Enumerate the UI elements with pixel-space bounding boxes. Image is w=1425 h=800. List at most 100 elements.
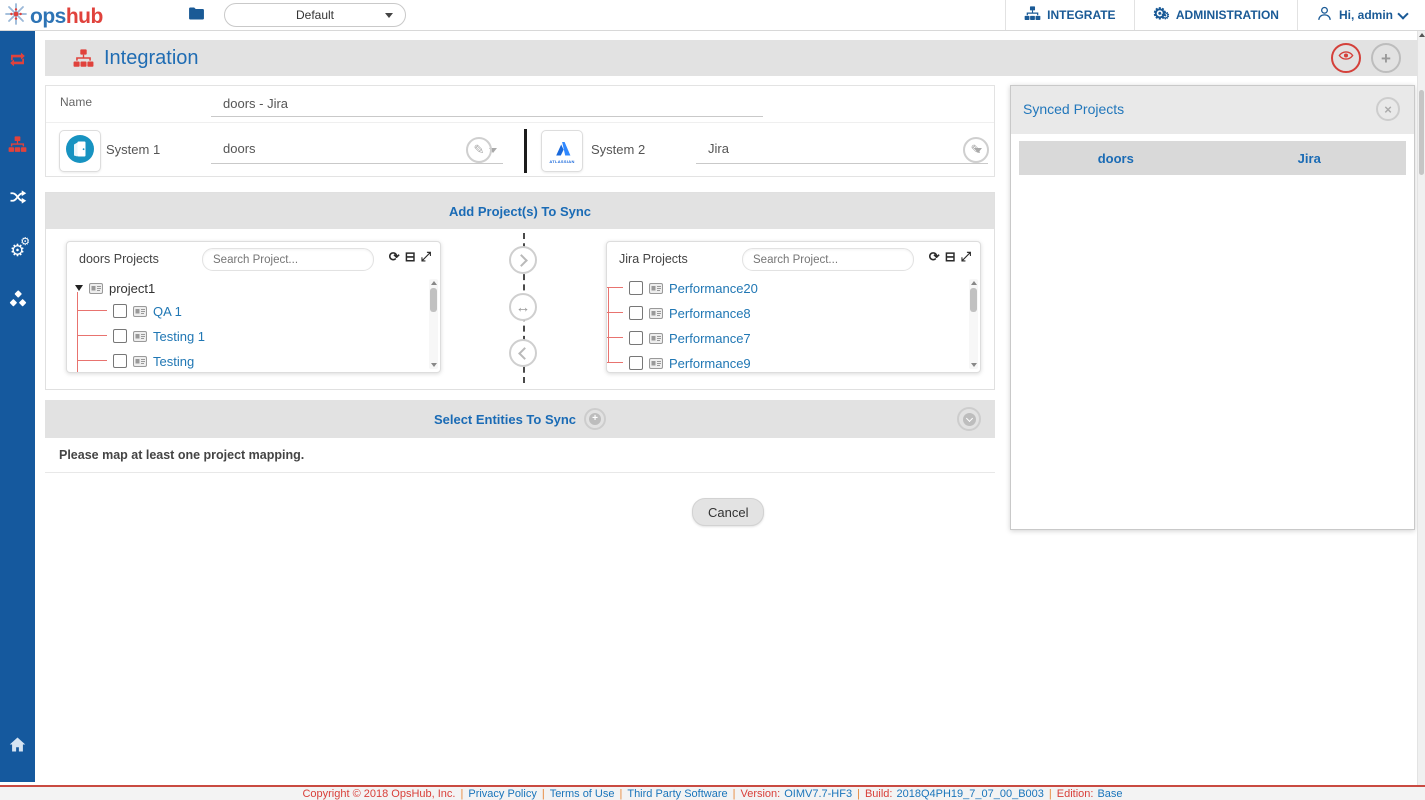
refresh-icon[interactable]: ⟳ <box>389 250 400 263</box>
synced-projects-panel: Synced Projects × doors Jira <box>1010 85 1415 530</box>
workspace-caret-icon <box>385 13 393 18</box>
third-party-software-link[interactable]: Third Party Software <box>627 788 727 800</box>
jira-panel-header: Jira Projects ⟳ ⊟ ⤢ <box>607 242 980 276</box>
project-checkbox[interactable] <box>113 329 127 343</box>
tree-row: QA 1 <box>67 299 430 323</box>
system1-select[interactable]: doors <box>211 137 503 164</box>
tree-item-label[interactable]: Testing <box>153 354 194 369</box>
double-arrow-icon: ↔ <box>516 300 531 315</box>
top-navigation: INTEGRATE ⚙⚙ ADMINISTRATION Hi, admin <box>1005 0 1425 30</box>
system2-selected-value: Jira <box>708 141 729 156</box>
nav-user-menu[interactable]: Hi, admin <box>1297 0 1425 30</box>
user-menu-chevron-icon <box>1397 8 1408 19</box>
system2-edit-button[interactable]: ✎ <box>963 137 989 163</box>
tree-item-label[interactable]: Performance7 <box>669 331 751 346</box>
add-integration-button[interactable]: + <box>1371 43 1401 73</box>
scroll-down-icon[interactable] <box>431 363 437 367</box>
add-projects-section: Add Project(s) To Sync doors Projects ⟳ … <box>45 192 995 390</box>
home-icon <box>8 736 27 758</box>
move-right-button[interactable] <box>509 246 537 274</box>
refresh-icon[interactable]: ⟳ <box>929 250 940 263</box>
view-synced-projects-button[interactable] <box>1331 43 1361 73</box>
tree-item-label[interactable]: Performance8 <box>669 306 751 321</box>
scrollbar-thumb[interactable] <box>1419 90 1424 175</box>
tree-item-label[interactable]: project1 <box>109 281 155 296</box>
add-projects-header: Add Project(s) To Sync <box>46 193 994 229</box>
left-sidebar: ⚙⚙ <box>0 30 35 782</box>
synced-projects-title: Synced Projects <box>1023 101 1124 117</box>
sidebar-item-home[interactable] <box>0 733 35 761</box>
nav-administration[interactable]: ⚙⚙ ADMINISTRATION <box>1134 0 1297 30</box>
jira-panel-title: Jira Projects <box>619 252 688 266</box>
project-checkbox[interactable] <box>113 354 127 368</box>
compress-icon[interactable]: ⤢ <box>421 250 431 263</box>
collapse-section-button[interactable] <box>957 407 981 431</box>
sidebar-item-mappings[interactable] <box>0 185 35 213</box>
doors-tree-scrollbar[interactable] <box>429 279 438 369</box>
scroll-up-icon[interactable] <box>971 281 977 285</box>
project-checkbox[interactable] <box>629 356 643 370</box>
collapse-all-icon[interactable]: ⊟ <box>945 250 956 263</box>
doors-project-search-input[interactable] <box>202 248 374 271</box>
integrate-sitemap-icon <box>1024 6 1041 24</box>
nav-integrate[interactable]: INTEGRATE <box>1005 0 1133 30</box>
scroll-down-icon[interactable] <box>971 363 977 367</box>
workspace-selector[interactable]: Default <box>224 3 406 27</box>
workspace-folder-icon[interactable] <box>188 6 205 26</box>
scroll-up-icon[interactable] <box>1419 33 1425 37</box>
page-title-bar: Integration + <box>45 40 1417 76</box>
project-checkbox[interactable] <box>629 306 643 320</box>
add-entity-mapping-button[interactable]: + <box>584 408 606 430</box>
opshub-logo-icon <box>4 2 28 31</box>
jira-project-tree: Performance20 Performance8 Performance7 <box>607 276 980 372</box>
scrollbar-thumb[interactable] <box>970 288 977 312</box>
nav-administration-label: ADMINISTRATION <box>1176 8 1279 22</box>
system1-label: System 1 <box>106 142 160 157</box>
tree-item-label[interactable]: Performance9 <box>669 356 751 371</box>
project-card-icon <box>133 306 147 317</box>
synced-column-jira: Jira <box>1213 141 1407 175</box>
privacy-policy-link[interactable]: Privacy Policy <box>468 788 536 800</box>
system1-icon-box <box>59 130 101 172</box>
move-left-button[interactable] <box>509 339 537 367</box>
jira-tree-scrollbar[interactable] <box>969 279 978 369</box>
tree-item-label[interactable]: QA 1 <box>153 304 182 319</box>
system2-select[interactable]: Jira <box>696 137 988 164</box>
close-synced-panel-button[interactable]: × <box>1376 97 1400 121</box>
project-checkbox[interactable] <box>629 281 643 295</box>
page-scrollbar[interactable] <box>1417 30 1425 785</box>
collapse-all-icon[interactable]: ⊟ <box>405 250 416 263</box>
tree-row: Performance9 <box>607 351 970 372</box>
jira-project-search-input[interactable] <box>742 248 914 271</box>
project-checkbox[interactable] <box>629 331 643 345</box>
map-both-button[interactable]: ↔ <box>509 293 537 321</box>
integration-name-input[interactable] <box>211 91 763 117</box>
opshub-app: opshub Default INTEGRATE <box>0 0 1425 800</box>
sidebar-item-modules[interactable] <box>0 288 35 316</box>
scroll-up-icon[interactable] <box>431 281 437 285</box>
atlassian-jira-icon: ATLASSIAN <box>549 139 574 164</box>
tree-item-label[interactable]: Testing 1 <box>153 329 205 344</box>
cancel-button[interactable]: Cancel <box>692 498 764 526</box>
scrollbar-thumb[interactable] <box>430 288 437 312</box>
doors-projects-panel: doors Projects ⟳ ⊟ ⤢ project1 <box>66 241 441 373</box>
project-checkbox[interactable] <box>113 304 127 318</box>
mapping-required-message: Please map at least one project mapping. <box>59 448 304 462</box>
sidebar-item-settings[interactable]: ⚙⚙ <box>0 237 35 265</box>
tree-row: Testing 1 <box>67 324 430 348</box>
workspace-selected-value: Default <box>296 8 334 22</box>
tree-row: Performance20 <box>607 276 970 300</box>
sidebar-item-integration[interactable] <box>0 133 35 161</box>
eye-icon <box>1338 49 1354 67</box>
project-card-icon <box>133 331 147 342</box>
terms-of-use-link[interactable]: Terms of Use <box>550 788 615 800</box>
doors-system-icon <box>65 134 95 169</box>
project-card-icon <box>133 356 147 367</box>
project-card-icon <box>89 283 103 294</box>
compress-icon[interactable]: ⤢ <box>961 250 971 263</box>
synced-projects-column-header: doors Jira <box>1019 141 1406 175</box>
tree-item-label[interactable]: Performance20 <box>669 281 758 296</box>
system1-edit-button[interactable]: ✎ <box>466 137 492 163</box>
sitemap-icon <box>8 136 27 158</box>
sidebar-item-resync[interactable] <box>0 48 35 76</box>
